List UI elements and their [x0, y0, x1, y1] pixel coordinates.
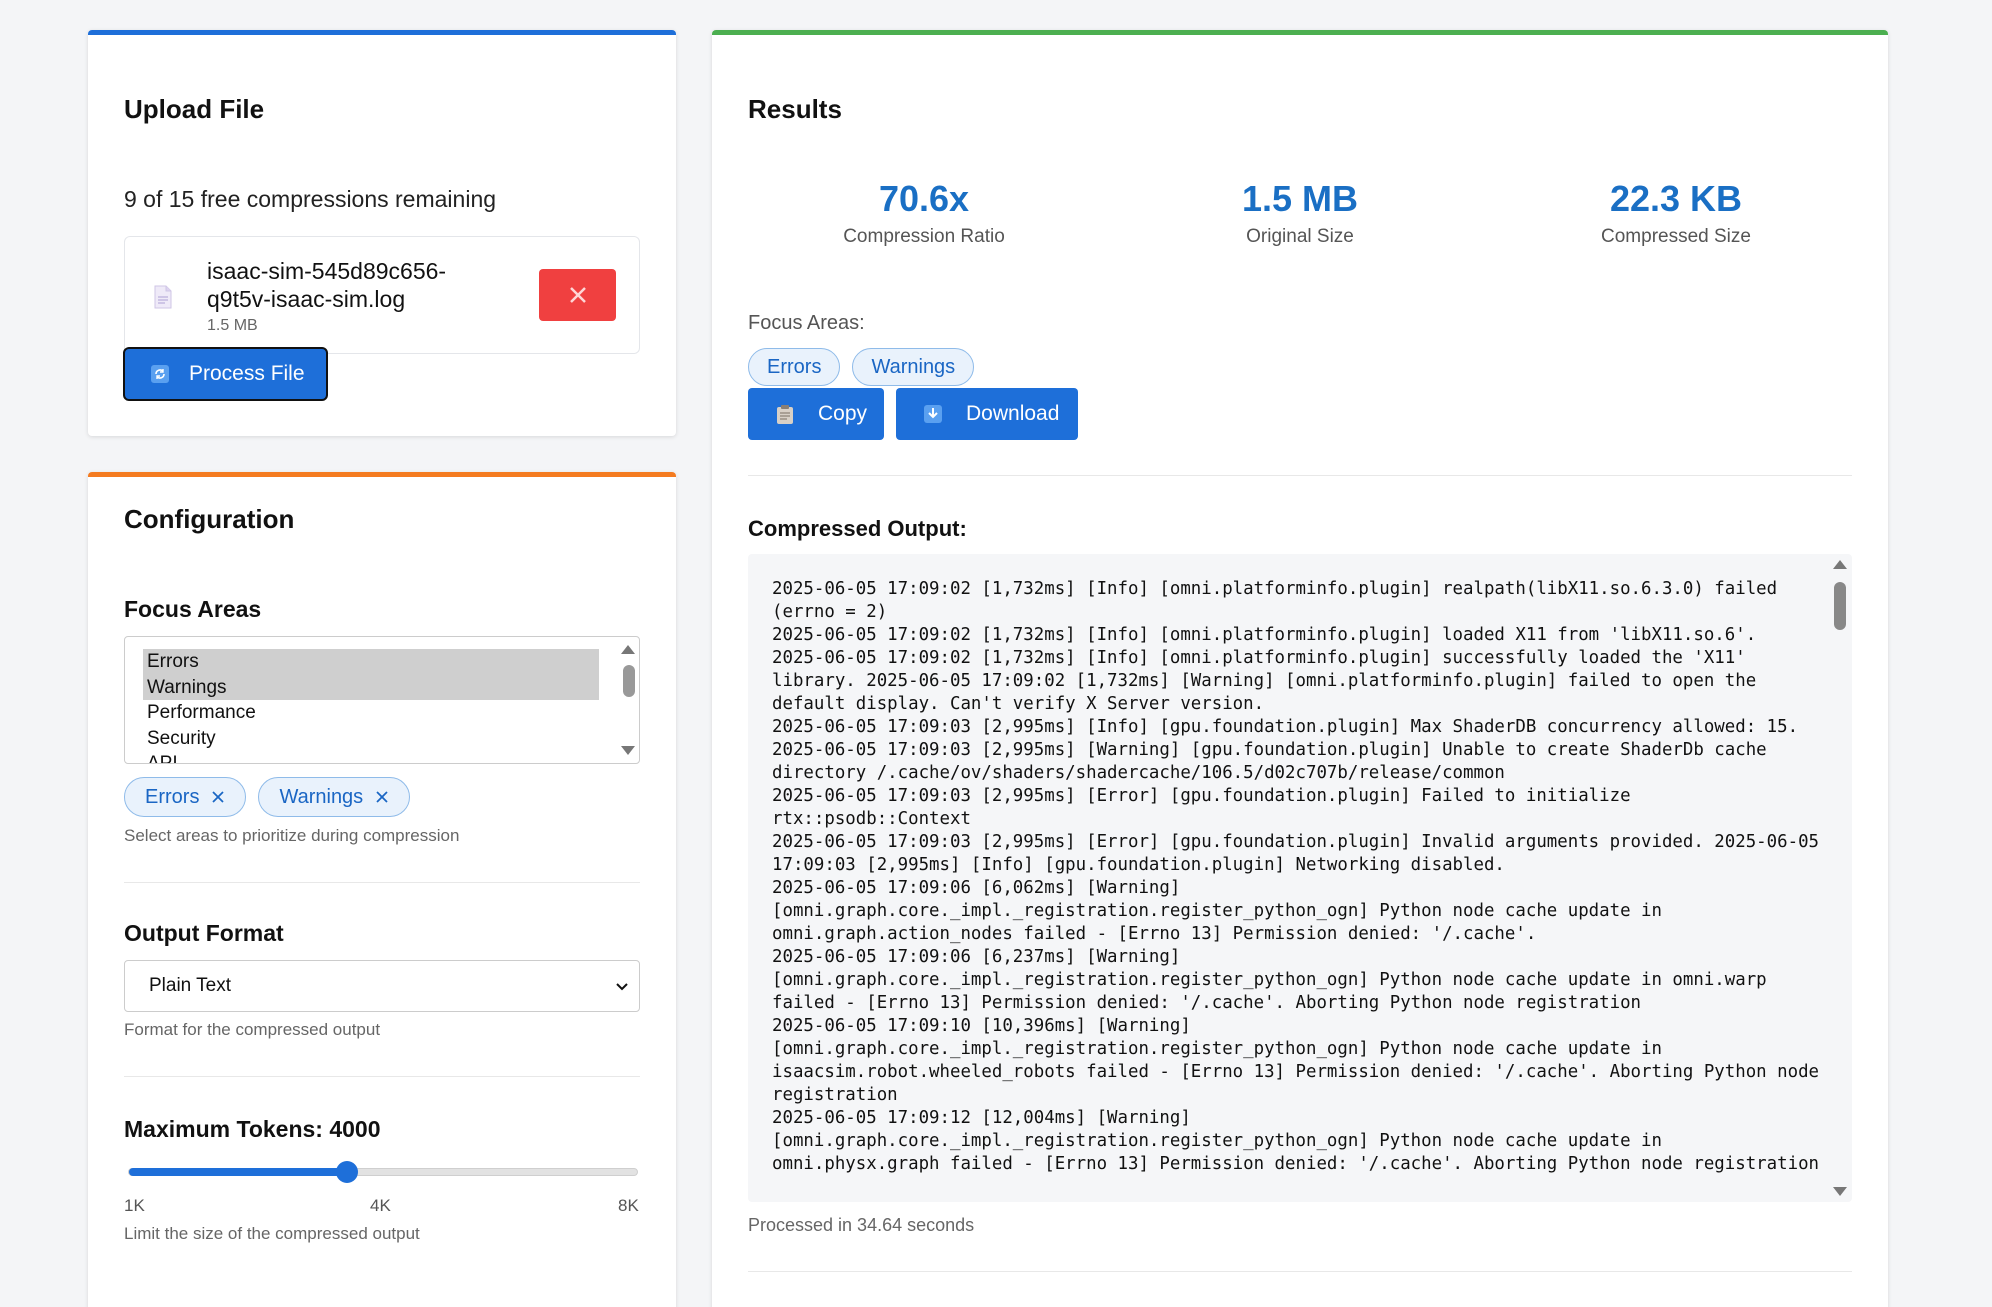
results-chip-warnings: Warnings [852, 348, 975, 386]
stat-compression-ratio: 70.6x Compression Ratio [774, 178, 1074, 248]
file-name: isaac-sim-545d89c656-q9t5v-isaac-sim.log [207, 258, 447, 312]
configuration-card: Configuration Focus Areas Errors Warning… [88, 472, 676, 1307]
divider [124, 882, 640, 883]
download-button[interactable]: Download [896, 388, 1078, 440]
original-size-label: Original Size [1246, 226, 1354, 247]
stat-original-size: 1.5 MB Original Size [1150, 178, 1450, 248]
tick-max: 8K [618, 1196, 639, 1215]
copy-label: Copy [818, 402, 868, 425]
compression-ratio-value: 70.6x [878, 178, 970, 219]
compression-ratio-label: Compression Ratio [843, 226, 1005, 247]
compressed-output-box[interactable]: 2025-06-05 17:09:02 [1,732ms] [Info] [om… [748, 554, 1852, 1202]
scroll-up-icon[interactable] [621, 645, 635, 654]
max-tokens-help: Limit the size of the compressed output [124, 1224, 420, 1243]
chip-errors: Errors [124, 777, 247, 817]
tick-mid: 4K [370, 1196, 391, 1215]
focus-option-api[interactable]: API [143, 751, 599, 763]
refresh-icon [151, 365, 169, 383]
results-focus-label: Focus Areas: [748, 312, 865, 334]
close-icon [569, 287, 586, 303]
focus-areas-label: Focus Areas [124, 596, 262, 622]
focus-option-warnings[interactable]: Warnings [143, 674, 599, 700]
chip-errors-label: Errors [145, 785, 200, 808]
configuration-card-accent [88, 472, 676, 477]
process-file-button[interactable]: Process File [123, 347, 328, 401]
process-file-label: Process File [189, 362, 305, 385]
chip-warnings: Warnings [258, 777, 411, 817]
slider-handle[interactable] [335, 1161, 358, 1183]
results-card: Results 70.6x Compression Ratio 1.5 MB O… [712, 30, 1888, 1307]
copy-button[interactable]: Copy [748, 388, 884, 440]
output-format-select[interactable]: Plain Text [124, 960, 640, 1012]
download-label: Download [966, 402, 1060, 425]
tick-min: 1K [124, 1196, 145, 1215]
compressed-output-label: Compressed Output: [748, 516, 967, 541]
file-icon [154, 285, 172, 309]
focus-areas-listbox[interactable]: Errors Warnings Performance Security API [124, 636, 640, 764]
results-focus-chips: Errors Warnings [748, 348, 975, 386]
divider [124, 1076, 640, 1077]
close-icon[interactable] [211, 790, 225, 804]
upload-card: Upload File 9 of 15 free compressions re… [88, 30, 676, 436]
configuration-title: Configuration [124, 504, 295, 534]
compressed-size-label: Compressed Size [1601, 226, 1751, 247]
focus-option-performance[interactable]: Performance [143, 700, 599, 726]
divider [748, 1271, 1852, 1272]
download-arrow-icon [924, 405, 942, 423]
max-tokens-label: Maximum Tokens: 4000 [124, 1116, 381, 1142]
chevron-down-icon [616, 983, 628, 991]
scroll-down-icon[interactable] [621, 746, 635, 755]
scroll-down-icon[interactable] [1833, 1187, 1847, 1196]
max-tokens-slider[interactable] [128, 1161, 638, 1183]
stat-compressed-size: 22.3 KB Compressed Size [1526, 178, 1826, 248]
output-format-label: Output Format [124, 920, 284, 946]
focus-option-security[interactable]: Security [143, 726, 599, 752]
results-title: Results [748, 94, 842, 124]
processing-time: Processed in 34.64 seconds [748, 1215, 975, 1235]
compressed-output-text[interactable]: 2025-06-05 17:09:02 [1,732ms] [Info] [om… [772, 578, 1824, 1176]
upload-card-accent [88, 30, 676, 35]
focus-option-errors[interactable]: Errors [143, 649, 599, 675]
focus-listbox-scrollbar[interactable] [617, 637, 639, 763]
file-size: 1.5 MB [207, 317, 258, 334]
output-format-value: Plain Text [149, 975, 232, 996]
selected-file: isaac-sim-545d89c656-q9t5v-isaac-sim.log… [124, 236, 640, 354]
remove-file-button[interactable] [539, 269, 616, 321]
chip-warnings-label: Warnings [279, 785, 364, 808]
focus-listbox-scroll-thumb[interactable] [623, 665, 635, 697]
compressions-remaining: 9 of 15 free compressions remaining [124, 186, 497, 212]
results-chip-errors: Errors [748, 348, 841, 386]
slider-fill [129, 1168, 347, 1176]
clipboard-icon [777, 405, 793, 424]
results-card-accent [712, 30, 1888, 35]
original-size-value: 1.5 MB [1241, 178, 1359, 219]
output-scrollbar[interactable] [1828, 554, 1852, 1202]
upload-title: Upload File [124, 94, 265, 124]
output-scroll-thumb[interactable] [1834, 582, 1846, 630]
divider [748, 475, 1852, 476]
close-icon[interactable] [375, 790, 389, 804]
output-format-help: Format for the compressed output [124, 1020, 381, 1039]
compressed-size-value: 22.3 KB [1609, 178, 1743, 219]
focus-areas-help: Select areas to prioritize during compre… [124, 826, 460, 845]
selected-focus-chips: Errors Warnings [124, 777, 411, 817]
scroll-up-icon[interactable] [1833, 560, 1847, 569]
